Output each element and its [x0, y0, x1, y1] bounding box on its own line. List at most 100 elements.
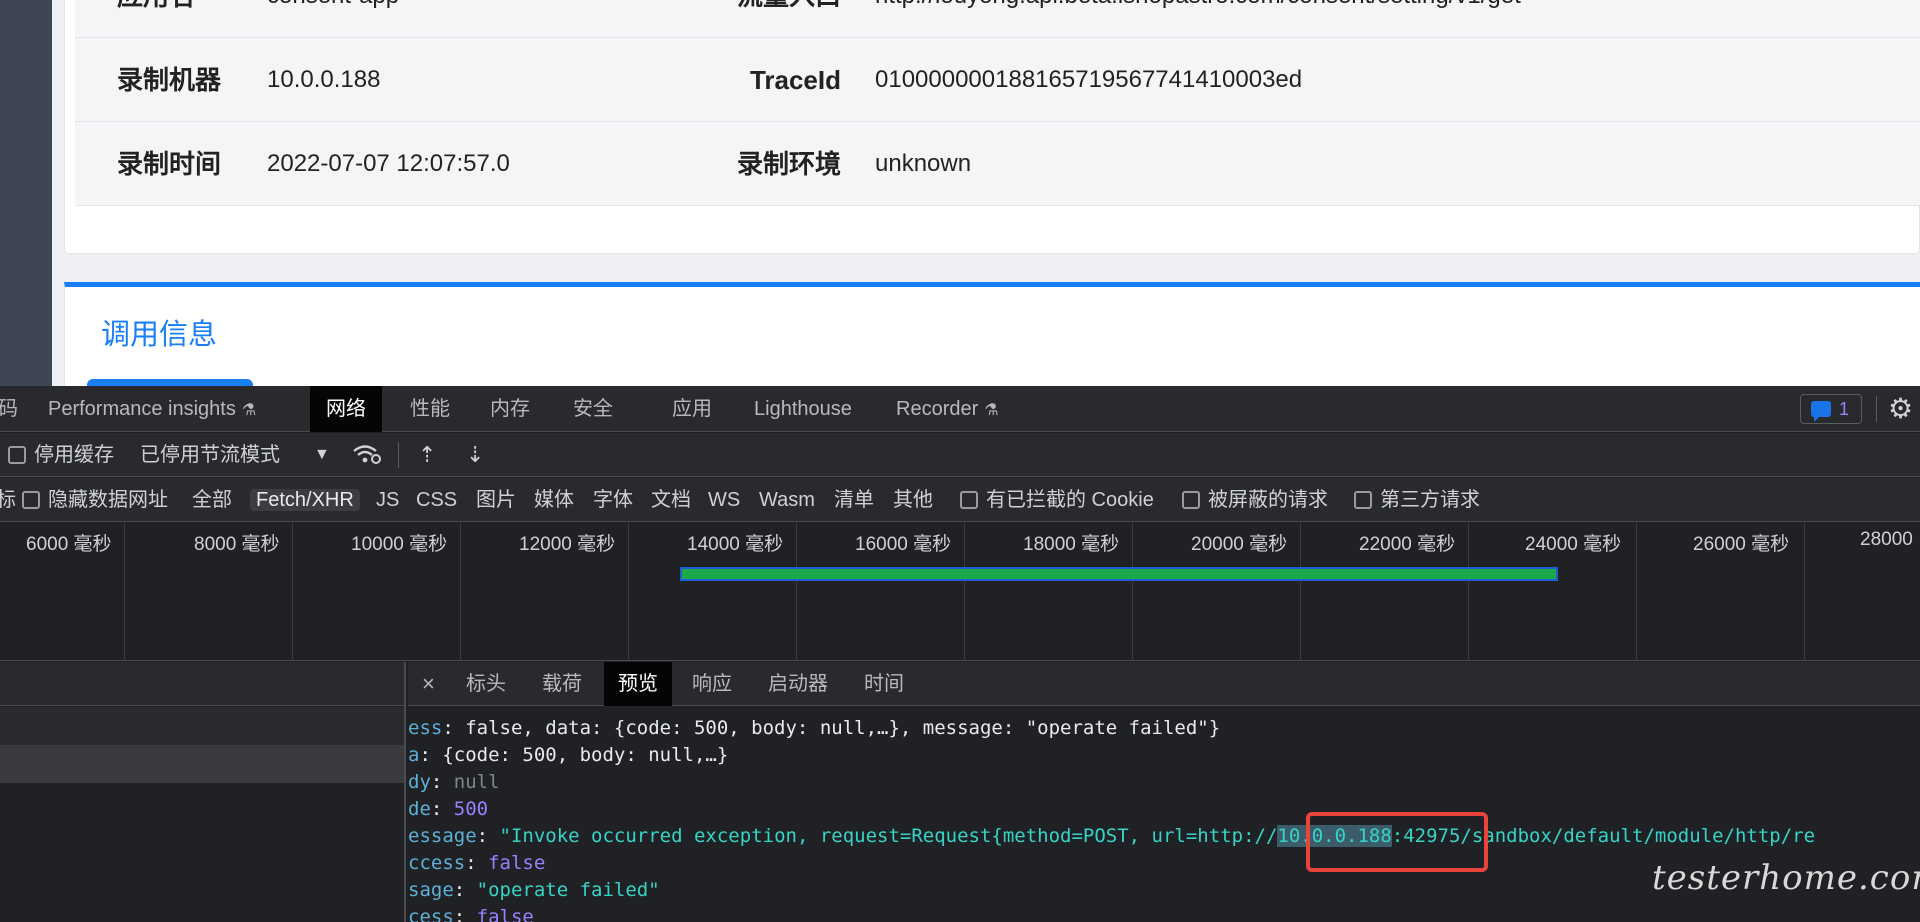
tab-headers[interactable]: 标头 — [466, 662, 506, 706]
filter-wasm[interactable]: Wasm — [759, 478, 815, 522]
checkbox-box — [1354, 491, 1372, 509]
filter-all[interactable]: 全部 — [192, 478, 232, 522]
json-key: de — [408, 798, 431, 820]
divider — [1876, 396, 1877, 422]
close-icon[interactable]: × — [422, 662, 435, 706]
preview-line-root[interactable]: ess: false, data: {code: 500, body: null… — [408, 715, 1220, 742]
json-value: 500 — [453, 798, 489, 820]
filter-ws[interactable]: WS — [708, 478, 740, 522]
record-env-value: unknown — [875, 150, 972, 177]
divider — [398, 442, 399, 468]
tick-label: 12000 毫秒 — [519, 534, 616, 555]
hide-data-urls-checkbox[interactable]: 隐藏数据网址 — [22, 478, 168, 522]
tab-lighthouse[interactable]: Lighthouse — [754, 386, 852, 432]
tick-line — [292, 523, 293, 661]
tick-label: 14000 毫秒 — [687, 534, 784, 555]
tab-response[interactable]: 响应 — [692, 662, 732, 706]
tick-label: 16000 毫秒 — [855, 534, 952, 555]
left-sidebar — [0, 0, 52, 386]
export-har-icon[interactable]: ⇣ — [466, 433, 484, 477]
tab-memory[interactable]: 内存 — [490, 386, 530, 432]
tick-label: 22000 毫秒 — [1359, 534, 1456, 555]
blocked-cookies-checkbox[interactable]: 有已拦截的 Cookie — [960, 478, 1154, 522]
tab-payload[interactable]: 载荷 — [542, 662, 582, 706]
throttling-label: 已停用节流模式 — [140, 444, 280, 466]
machine-label: 录制机器 — [117, 65, 222, 95]
preview-line-data[interactable]: a: {code: 500, body: null,…} — [408, 742, 728, 769]
tick-label: 24000 毫秒 — [1525, 534, 1622, 555]
json-key: dy — [408, 771, 431, 793]
filter-manifest[interactable]: 清单 — [834, 478, 874, 522]
network-toolbar: 停用缓存 已停用节流模式 ▼ ⇡ ⇣ — [0, 433, 1920, 477]
tab-initiator[interactable]: 启动器 — [768, 662, 828, 706]
filter-img[interactable]: 图片 — [476, 478, 516, 522]
tick-label: 28000 — [1860, 529, 1913, 550]
json-summary: : {code: 500, body: null,…} — [419, 744, 729, 766]
tab-performance[interactable]: 性能 — [410, 386, 450, 432]
checkbox-box — [960, 491, 978, 509]
blocked-requests-checkbox[interactable]: 被屏蔽的请求 — [1182, 478, 1328, 522]
preview-line-code: de: 500 — [408, 798, 489, 820]
tick-line — [796, 523, 797, 661]
network-overview-timeline[interactable]: 6000 毫秒 8000 毫秒 10000 毫秒 12000 毫秒 14000 … — [0, 523, 1920, 661]
request-row-selected[interactable] — [0, 745, 404, 783]
request-list — [0, 662, 406, 922]
preview-line-message: essage: "Invoke occurred exception, requ… — [408, 825, 1816, 847]
tab-sources-cut[interactable]: 码 — [0, 386, 18, 432]
record-env-label: 录制环境 — [736, 149, 841, 179]
tick-label: 6000 毫秒 — [26, 534, 112, 555]
filter-bar: 标 隐藏数据网址 全部 Fetch/XHR JS CSS 图片 媒体 字体 文档… — [0, 478, 1920, 522]
preview-line-success: ccess: false — [408, 852, 546, 874]
tab-performance-insights[interactable]: Performance insights ⚗ — [48, 386, 256, 432]
filter-media[interactable]: 媒体 — [534, 478, 574, 522]
third-party-checkbox[interactable]: 第三方请求 — [1354, 478, 1480, 522]
tab-recorder[interactable]: Recorder ⚗ — [896, 386, 999, 432]
tick-line — [628, 523, 629, 661]
tick-label: 8000 毫秒 — [194, 534, 280, 555]
hide-data-urls-label: 隐藏数据网址 — [48, 489, 168, 511]
filter-fetch-xhr-label: Fetch/XHR — [250, 489, 360, 511]
tab-security[interactable]: 安全 — [573, 386, 613, 432]
filter-fetch-xhr[interactable]: Fetch/XHR — [250, 478, 360, 522]
tab-timing[interactable]: 时间 — [864, 662, 904, 706]
json-value: null — [453, 771, 500, 793]
request-list-header — [0, 662, 404, 706]
app-name-value: consent-app — [267, 0, 399, 38]
json-value: false — [476, 906, 534, 922]
watermark: testerhome.com — [1652, 858, 1920, 898]
devtools-panel: 码 Performance insights ⚗ 网络 性能 内存 安全 应用 L… — [0, 386, 1920, 922]
chevron-down-icon[interactable]: ▼ — [314, 433, 330, 477]
messages-button[interactable]: 1 — [1800, 394, 1862, 424]
record-info-table: 应用名 consent-app 流量入口 http://louyong.api.… — [75, 0, 1920, 206]
checkbox-box — [1182, 491, 1200, 509]
tab-preview[interactable]: 预览 — [604, 662, 672, 706]
checkbox-box — [22, 491, 40, 509]
message-count: 1 — [1839, 399, 1850, 419]
filter-cut: 标 — [0, 489, 16, 511]
import-har-icon[interactable]: ⇡ — [418, 433, 436, 477]
traceid-value: 010000000188165719567741410003ed — [875, 66, 1303, 93]
tick-line — [1300, 523, 1301, 661]
info-row-machine: 录制机器 10.0.0.188 TraceId 0100000001881657… — [75, 38, 1920, 122]
filter-other[interactable]: 其他 — [893, 478, 933, 522]
tick-label: 26000 毫秒 — [1693, 534, 1790, 555]
throttling-select[interactable]: 已停用节流模式 — [140, 433, 280, 477]
filter-css[interactable]: CSS — [416, 478, 457, 522]
wifi-gear-svg — [353, 445, 381, 464]
app-name-label: 应用名 — [117, 0, 195, 38]
tick-line — [460, 523, 461, 661]
preview-line-success2: cess: false — [408, 904, 534, 922]
json-key: ccess — [408, 852, 466, 874]
filter-font[interactable]: 字体 — [593, 478, 633, 522]
request-row[interactable] — [0, 707, 404, 745]
gear-icon[interactable]: ⚙ — [1888, 394, 1913, 424]
json-key: a — [408, 744, 420, 766]
filter-doc[interactable]: 文档 — [651, 478, 691, 522]
entry-value: http://louyong.api.beta.ishopastro.com/c… — [875, 0, 1521, 38]
disable-cache-checkbox[interactable]: 停用缓存 — [8, 433, 114, 477]
network-conditions-icon[interactable] — [352, 433, 382, 477]
tab-network[interactable]: 网络 — [310, 386, 382, 432]
tick-label: 10000 毫秒 — [351, 534, 448, 555]
filter-js[interactable]: JS — [376, 478, 399, 522]
tab-application[interactable]: 应用 — [672, 386, 712, 432]
